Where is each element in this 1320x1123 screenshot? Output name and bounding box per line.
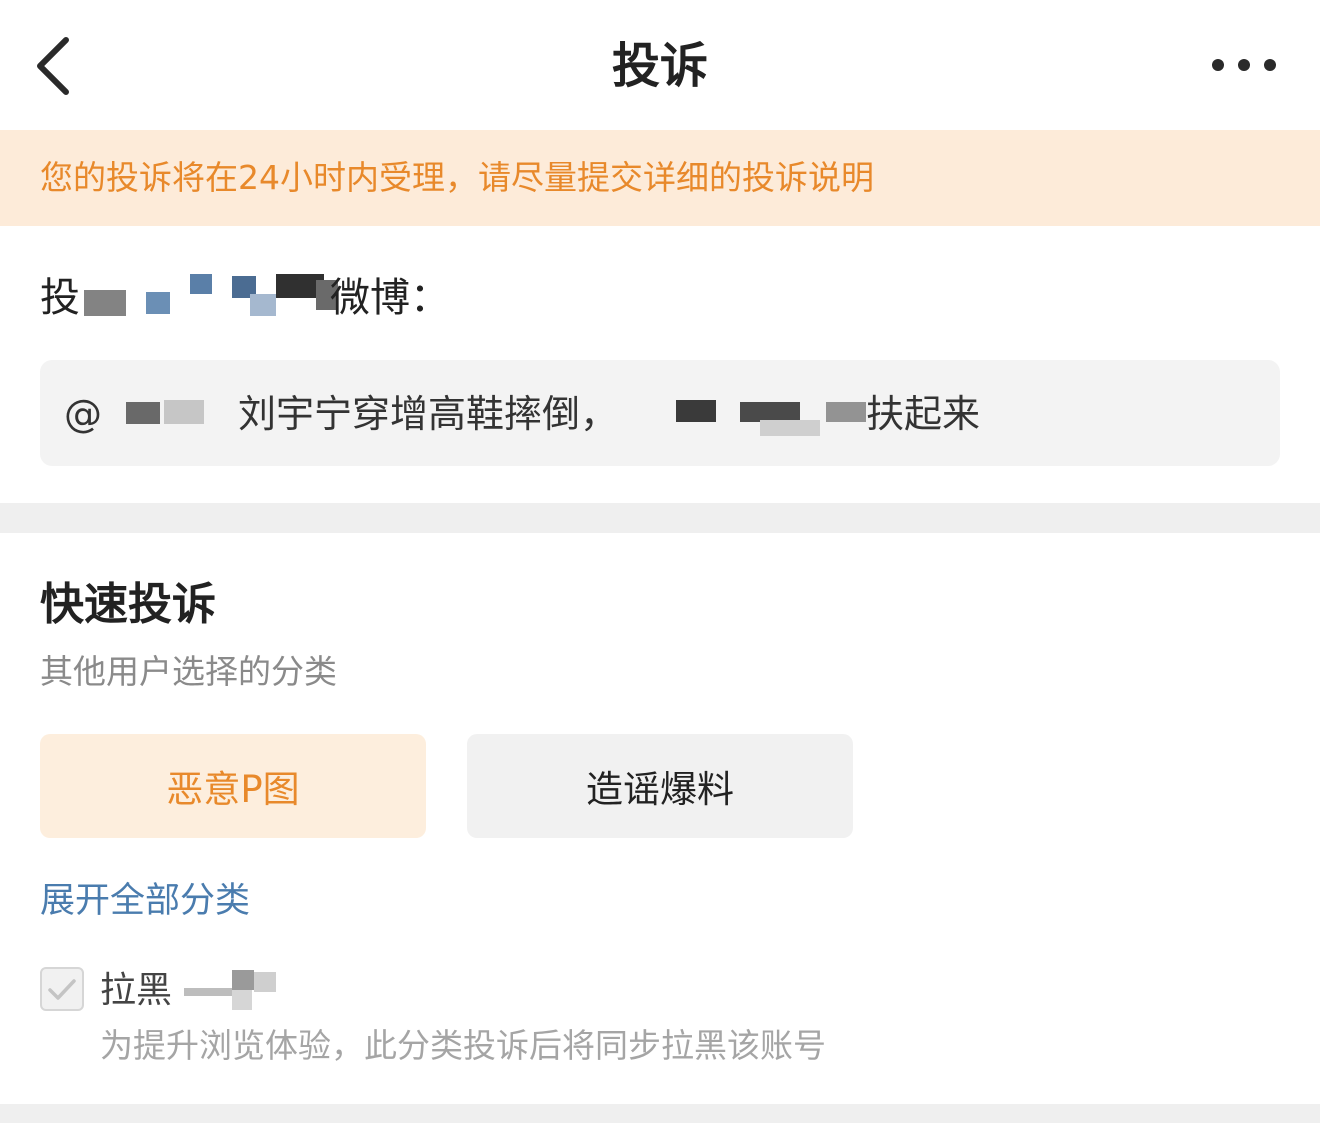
block-description: 为提升浏览体验，此分类投诉后将同步拉黑该账号 [100,1026,826,1065]
more-horizontal-icon [1212,59,1276,71]
block-checkbox[interactable] [40,967,84,1011]
nav-bar: 投诉 [0,0,1320,130]
quick-complaint-title: 快速投诉 [40,579,216,630]
page-title: 投诉 [611,38,708,94]
block-label: 拉黑 [100,970,173,1011]
section-divider [0,503,1320,533]
target-label-suffix: 微博： [330,275,450,321]
category-chip-selected[interactable]: 恶意P图 [40,734,426,838]
bottom-divider [0,1104,1320,1123]
expand-categories-link[interactable]: 展开全部分类 [40,878,250,924]
notice-banner: 您的投诉将在24小时内受理，请尽量提交详细的投诉说明 [0,130,1320,226]
target-label-prefix: 投 [40,275,80,321]
notice-text: 您的投诉将在24小时内受理，请尽量提交详细的投诉说明 [40,158,874,197]
preview-mention: @ [64,392,102,436]
weibo-preview: @ 刘宇宁穿增高鞋摔倒， 扶起来 [40,360,1280,466]
preview-text-tail: 扶起来 [866,392,981,436]
category-chip[interactable]: 造谣爆料 [467,734,853,838]
quick-complaint-subtitle: 其他用户选择的分类 [40,652,337,691]
check-icon [48,979,76,1000]
more-button[interactable] [1204,50,1284,80]
preview-text-main: 刘宇宁穿增高鞋摔倒， [238,392,619,436]
